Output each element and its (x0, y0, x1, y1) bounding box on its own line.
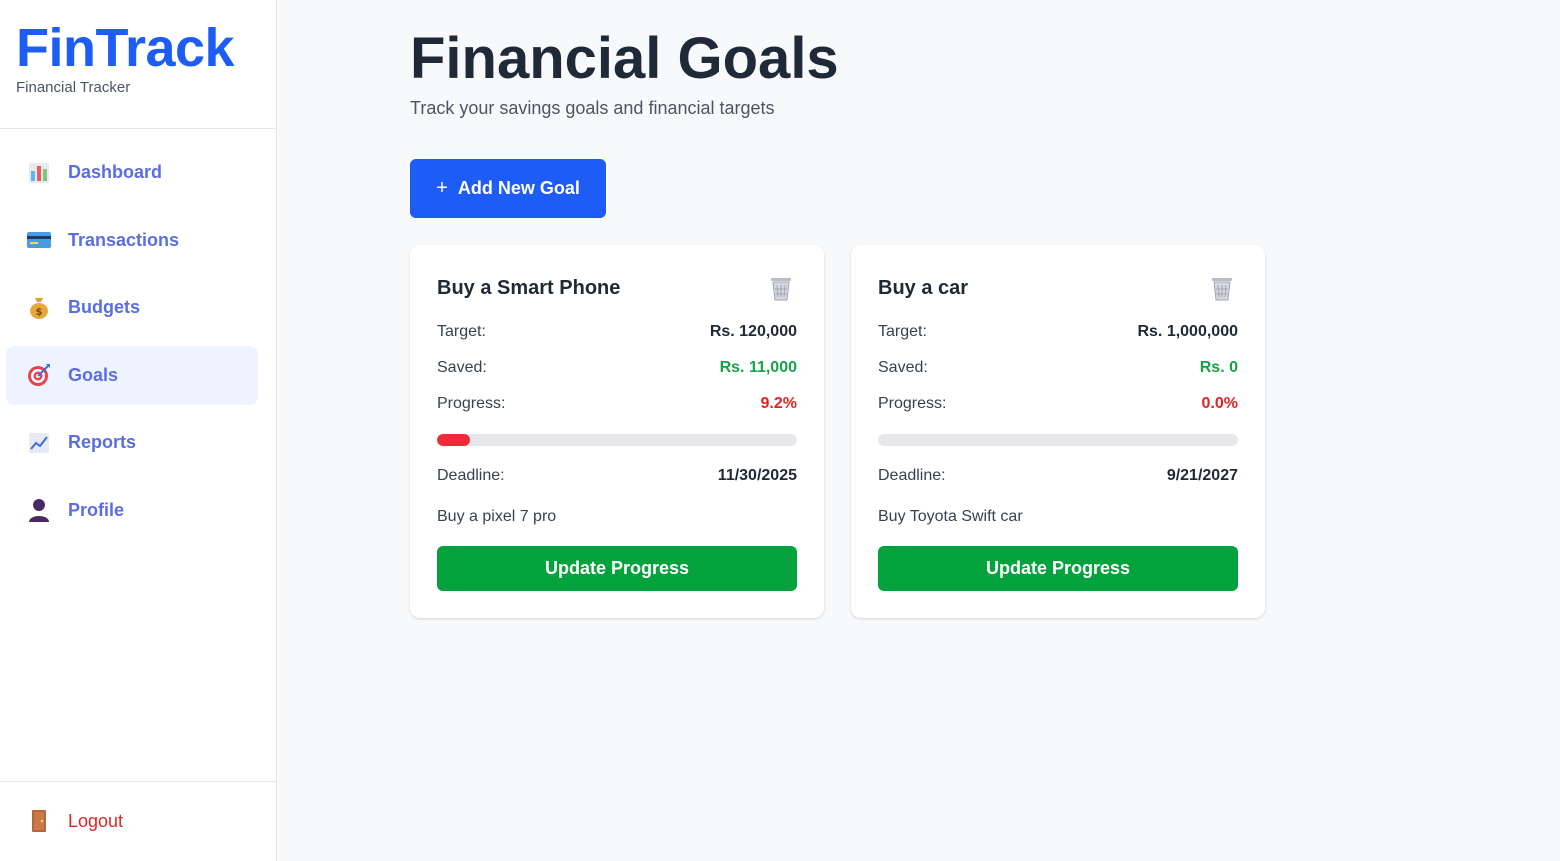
deadline-value: 9/21/2027 (1166, 467, 1238, 484)
saved-label: Saved: (878, 359, 928, 376)
target-label: Target: (878, 323, 927, 340)
app-subtitle: Financial Tracker (16, 79, 131, 96)
progress-label: Progress: (878, 395, 947, 412)
goal-description: Buy Toyota Swift car (878, 508, 1023, 525)
deadline-row: Deadline: 11/30/2025 (437, 467, 797, 485)
credit-card-icon (27, 228, 51, 252)
sidebar-item-label: Transactions (68, 229, 180, 250)
plus-icon: + (436, 177, 448, 199)
sidebar-item-transactions[interactable]: Transactions (6, 211, 258, 270)
trash-icon[interactable] (769, 275, 793, 301)
sidebar-item-label: Reports (68, 432, 137, 452)
saved-label: Saved: (437, 359, 487, 376)
progress-bar (878, 434, 1238, 446)
deadline-row: Deadline: 9/21/2027 (878, 467, 1238, 485)
goal-card: Buy a Smart Phone Target: Rs. 120,000 Sa… (410, 245, 824, 618)
door-icon (27, 809, 51, 833)
sidebar: FinTrack Financial Tracker Dashboard Tra… (0, 0, 277, 861)
target-row: Target: Rs. 120,000 (437, 323, 797, 341)
target-icon (27, 363, 51, 387)
sidebar-item-label: Budgets (68, 297, 140, 317)
goal-card: Buy a car Target: Rs. 1,000,000 Saved: R… (851, 245, 1265, 618)
saved-row: Saved: Rs. 0 (878, 359, 1238, 377)
money-bag-icon: $ (27, 296, 51, 320)
logout-button[interactable]: Logout (6, 796, 258, 846)
saved-value: Rs. 11,000 (719, 359, 797, 376)
progress-value: 0.0% (1201, 395, 1238, 412)
target-value: Rs. 120,000 (709, 323, 797, 340)
add-new-goal-label: Add New Goal (457, 178, 580, 198)
logout-label: Logout (68, 810, 124, 831)
line-chart-icon (27, 431, 51, 455)
sidebar-item-dashboard[interactable]: Dashboard (6, 143, 258, 202)
progress-row: Progress: 9.2% (437, 395, 797, 413)
update-progress-button[interactable]: Update Progress (878, 546, 1238, 591)
deadline-label: Deadline: (437, 467, 505, 484)
add-new-goal-button[interactable]: + Add New Goal (410, 159, 606, 218)
update-progress-button[interactable]: Update Progress (437, 546, 797, 591)
goal-description: Buy a pixel 7 pro (437, 508, 557, 525)
sidebar-item-profile[interactable]: Profile (6, 481, 258, 540)
logout-section: Logout (0, 781, 276, 861)
saved-row: Saved: Rs. 11,000 (437, 359, 797, 377)
target-value: Rs. 1,000,000 (1137, 323, 1238, 340)
sidebar-item-budgets[interactable]: $ Budgets (6, 278, 258, 337)
progress-row: Progress: 0.0% (878, 395, 1238, 413)
deadline-label: Deadline: (878, 467, 946, 484)
trash-icon[interactable] (1210, 275, 1234, 301)
user-icon (27, 498, 51, 522)
sidebar-item-goals[interactable]: Goals (6, 345, 258, 405)
sidebar-item-reports[interactable]: Reports (6, 413, 258, 472)
sidebar-item-label: Dashboard (68, 162, 163, 182)
sidebar-nav: Dashboard Transactions $ Budgets Goals R… (6, 143, 258, 548)
goal-title: Buy a Smart Phone (437, 277, 621, 299)
sidebar-item-label: Profile (68, 499, 125, 520)
bar-chart-icon (27, 161, 51, 185)
deadline-value: 11/30/2025 (717, 467, 797, 484)
target-label: Target: (437, 323, 486, 340)
svg-text:$: $ (36, 307, 43, 318)
app-logo-title[interactable]: FinTrack (16, 18, 276, 78)
sidebar-item-label: Goals (68, 364, 119, 385)
saved-value: Rs. 0 (1199, 359, 1238, 376)
target-row: Target: Rs. 1,000,000 (878, 323, 1238, 341)
brand-header: FinTrack Financial Tracker (0, 0, 276, 129)
progress-label: Progress: (437, 395, 506, 412)
page-subtitle: Track your savings goals and financial t… (410, 98, 775, 118)
page-title: Financial Goals (410, 26, 839, 91)
progress-bar-fill (437, 434, 471, 446)
progress-value: 9.2% (760, 395, 797, 412)
goal-title: Buy a car (878, 277, 969, 299)
progress-bar (437, 434, 797, 446)
